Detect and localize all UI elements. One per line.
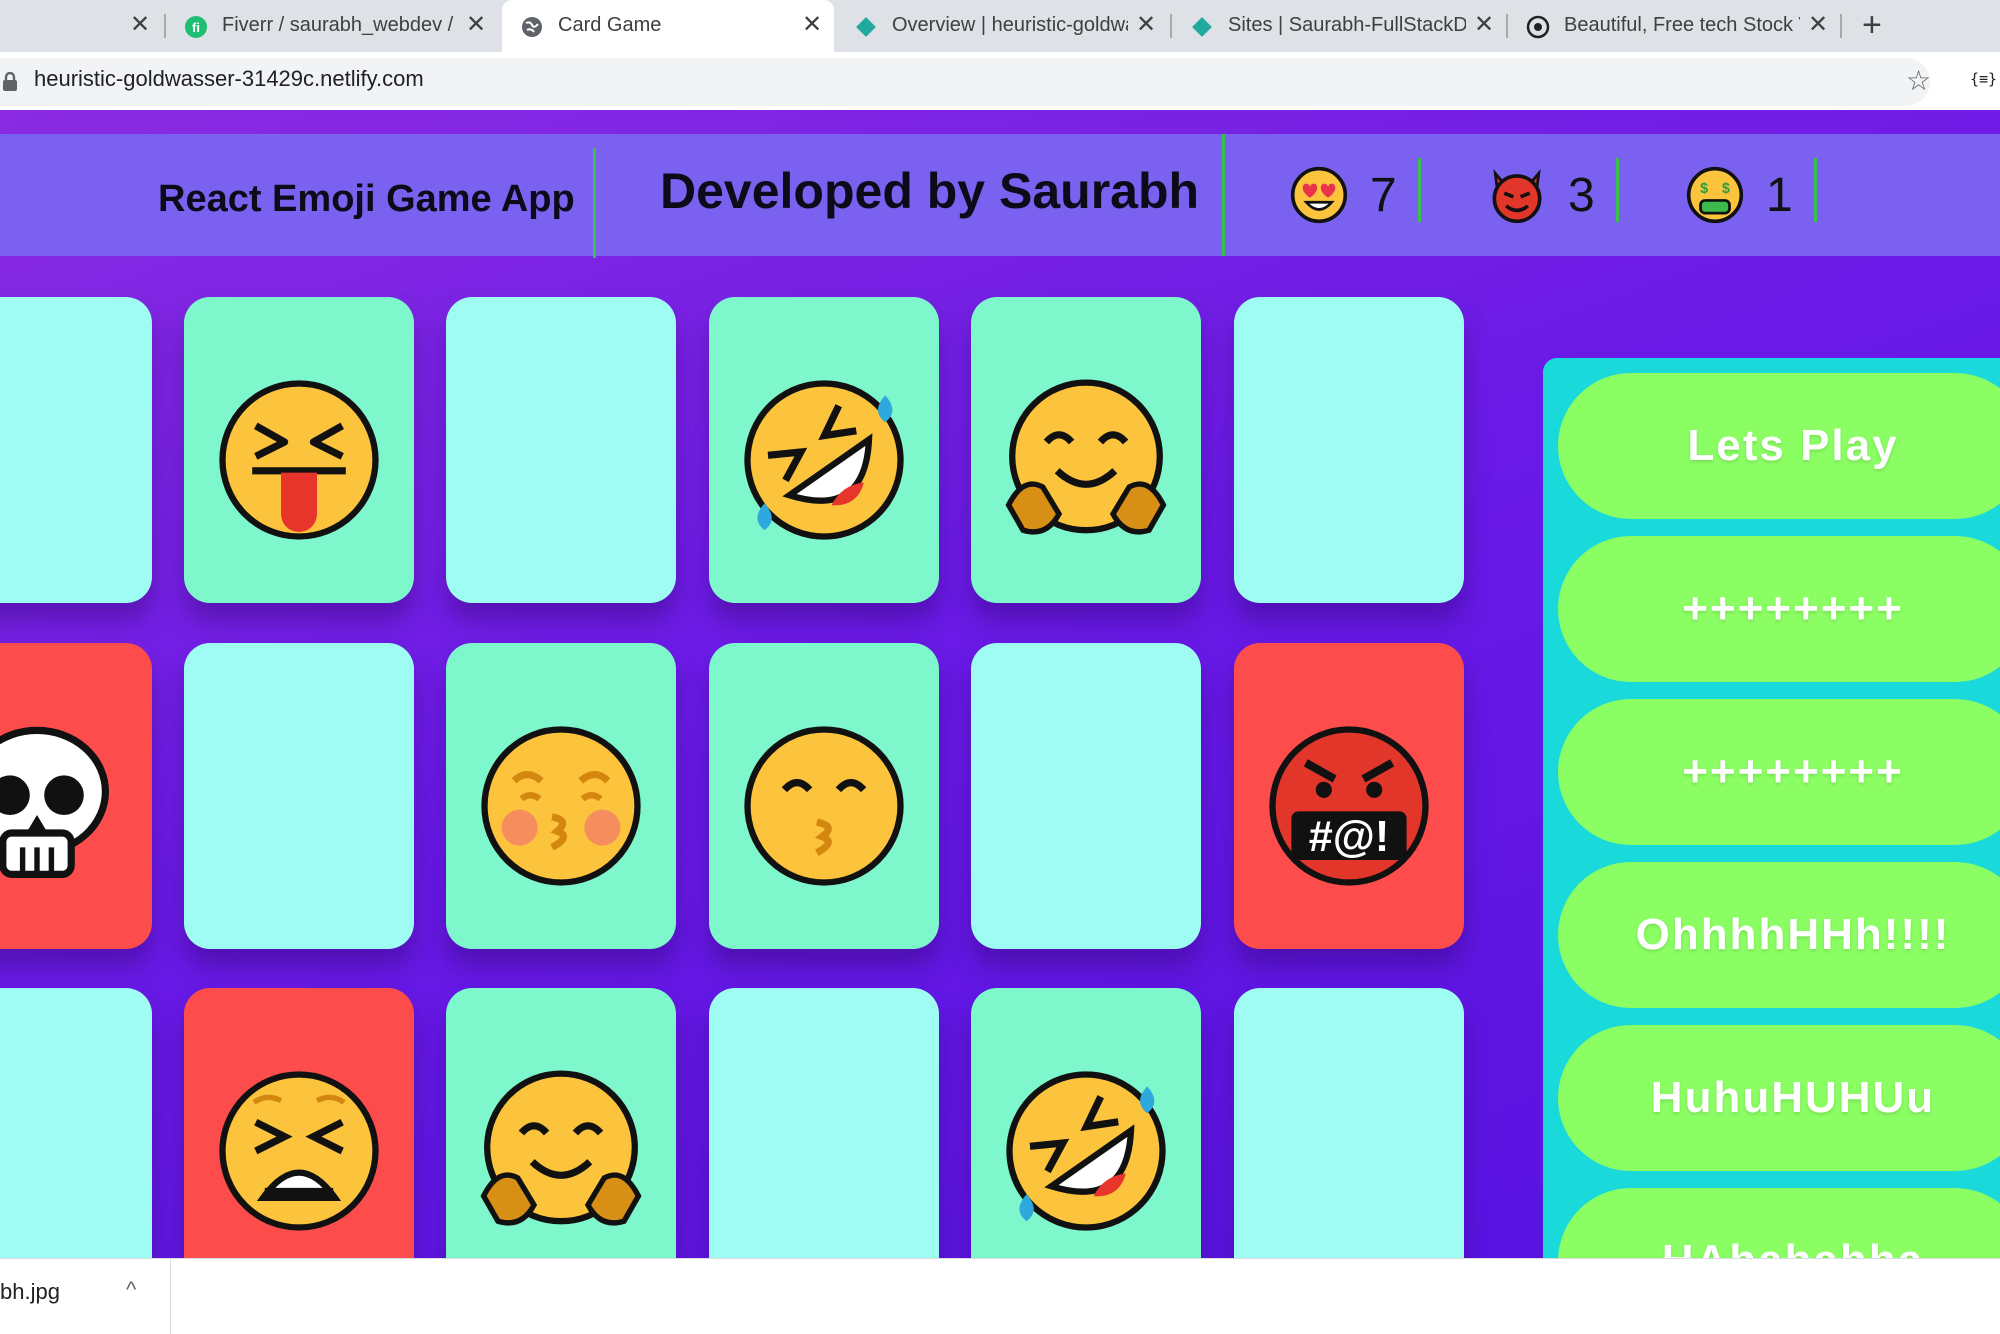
emoji-card[interactable] (709, 643, 939, 949)
message-huhu[interactable]: HuhuHUHUu (1558, 1025, 2000, 1171)
tab-netlify-sites[interactable]: Sites | Saurabh-FullStackDev ✕ (1172, 0, 1506, 52)
skull-icon (0, 726, 109, 878)
download-filename[interactable]: bh.jpg (0, 1279, 60, 1305)
emoji-card[interactable] (184, 643, 414, 949)
tab-title: Overview | heuristic-goldwas (892, 14, 1128, 36)
tab-title: Sites | Saurabh-FullStackDev (1228, 14, 1466, 36)
header-divider (1418, 158, 1421, 222)
game-header: React Emoji Game App Developed by Saurab… (0, 134, 2000, 258)
heart-eyes-icon (1290, 166, 1348, 224)
stat-value: 3 (1568, 168, 1595, 222)
tab-pexels[interactable]: Beautiful, Free tech Stock Vid ✕ (1508, 0, 1840, 52)
message-lets-play[interactable]: Lets Play (1558, 373, 2000, 519)
emoji-card[interactable] (184, 988, 414, 1258)
extension-icon[interactable]: {≡} (1970, 70, 1997, 88)
money-mouth-counter: $ $ 1 (1686, 166, 1793, 224)
bookmark-star-icon[interactable]: ☆ (1906, 64, 1931, 97)
shelf-divider (170, 1259, 171, 1334)
pexels-icon (1526, 15, 1550, 39)
devil-counter: 3 (1488, 166, 1595, 224)
netlify-icon (1192, 17, 1212, 37)
stat-value: 7 (1370, 168, 1397, 222)
emoji-card[interactable] (446, 297, 676, 603)
tired-face-icon (219, 1071, 379, 1231)
svg-text:$: $ (1722, 181, 1730, 197)
rolling-laughing-face-icon (744, 380, 904, 540)
svg-text:$: $ (1700, 181, 1708, 197)
blushing-kissing-face-icon (481, 726, 641, 886)
emoji-card[interactable]: #@! (1234, 643, 1464, 949)
new-tab-button[interactable]: + (1862, 8, 1882, 42)
emoji-card[interactable] (0, 643, 152, 949)
fiverr-icon: fi (185, 16, 207, 38)
close-icon[interactable]: ✕ (1136, 13, 1156, 37)
tab-title: Beautiful, Free tech Stock Vid (1564, 14, 1800, 36)
stat-value: 1 (1766, 168, 1793, 222)
squinting-tongue-face-icon (219, 380, 379, 540)
developer-title: Developed by Saurabh (660, 163, 1200, 219)
game-page: React Emoji Game App Developed by Saurab… (0, 110, 2000, 1258)
tab-separator (1840, 14, 1842, 38)
header-divider (1222, 134, 1225, 256)
close-icon[interactable]: ✕ (466, 13, 486, 37)
url-text[interactable]: heuristic-goldwasser-31429c.netlify.com (34, 66, 424, 92)
heart-eyes-counter: 7 (1290, 166, 1397, 224)
svg-text:#@!: #@! (1309, 813, 1390, 861)
emoji-card[interactable] (971, 988, 1201, 1258)
chevron-up-icon[interactable]: ^ (126, 1277, 136, 1303)
netlify-icon (856, 17, 876, 37)
message-ohhh[interactable]: OhhhhHHh!!!! (1558, 862, 2000, 1008)
close-icon[interactable]: ✕ (1808, 13, 1828, 37)
tab-title: Card Game (558, 14, 662, 36)
close-icon[interactable]: ✕ (130, 13, 150, 37)
emoji-card[interactable] (0, 988, 152, 1258)
cursing-face-icon: #@! (1269, 726, 1429, 886)
hugging-face-icon (1005, 379, 1167, 535)
money-mouth-icon: $ $ (1686, 166, 1744, 224)
devil-icon (1492, 168, 1542, 224)
header-divider (1814, 158, 1817, 222)
tab-netlify-overview[interactable]: Overview | heuristic-goldwas ✕ (836, 0, 1168, 52)
message-plus-2[interactable]: ++++++++ (1558, 699, 2000, 845)
tab-strip: ✕ fi Fiverr / saurabh_webdev / Ed ✕ Card… (0, 0, 2000, 52)
tab-card-game[interactable]: Card Game ✕ (502, 0, 834, 52)
header-divider (1616, 158, 1619, 222)
app-title: React Emoji Game App (158, 178, 575, 220)
emoji-card[interactable] (971, 643, 1201, 949)
message-hahaha[interactable]: HAhahahha (1558, 1188, 2000, 1258)
emoji-card[interactable] (709, 297, 939, 603)
message-plus-1[interactable]: ++++++++ (1558, 536, 2000, 682)
emoji-card[interactable] (709, 988, 939, 1258)
header-divider (593, 148, 596, 258)
globe-icon (522, 17, 542, 37)
emoji-card[interactable] (0, 297, 152, 603)
emoji-card[interactable] (446, 643, 676, 949)
close-icon[interactable]: ✕ (1474, 13, 1494, 37)
emoji-card[interactable] (446, 988, 676, 1258)
emoji-card[interactable] (971, 297, 1201, 603)
tab-hidden[interactable]: ✕ (0, 0, 160, 52)
hugging-face-icon (480, 1070, 642, 1226)
lock-icon[interactable] (2, 72, 18, 92)
tab-title: Fiverr / saurabh_webdev / Ed (222, 14, 458, 36)
rolling-laughing-face-icon (1006, 1071, 1166, 1231)
emoji-card[interactable] (1234, 988, 1464, 1258)
download-shelf: bh.jpg ^ (0, 1258, 2000, 1334)
emoji-card[interactable] (184, 297, 414, 603)
kissing-smiling-eyes-face-icon (744, 726, 904, 886)
tab-fiverr[interactable]: fi Fiverr / saurabh_webdev / Ed ✕ (166, 0, 498, 52)
close-icon[interactable]: ✕ (802, 13, 822, 37)
emoji-card[interactable] (1234, 297, 1464, 603)
svg-text:fi: fi (192, 20, 200, 35)
